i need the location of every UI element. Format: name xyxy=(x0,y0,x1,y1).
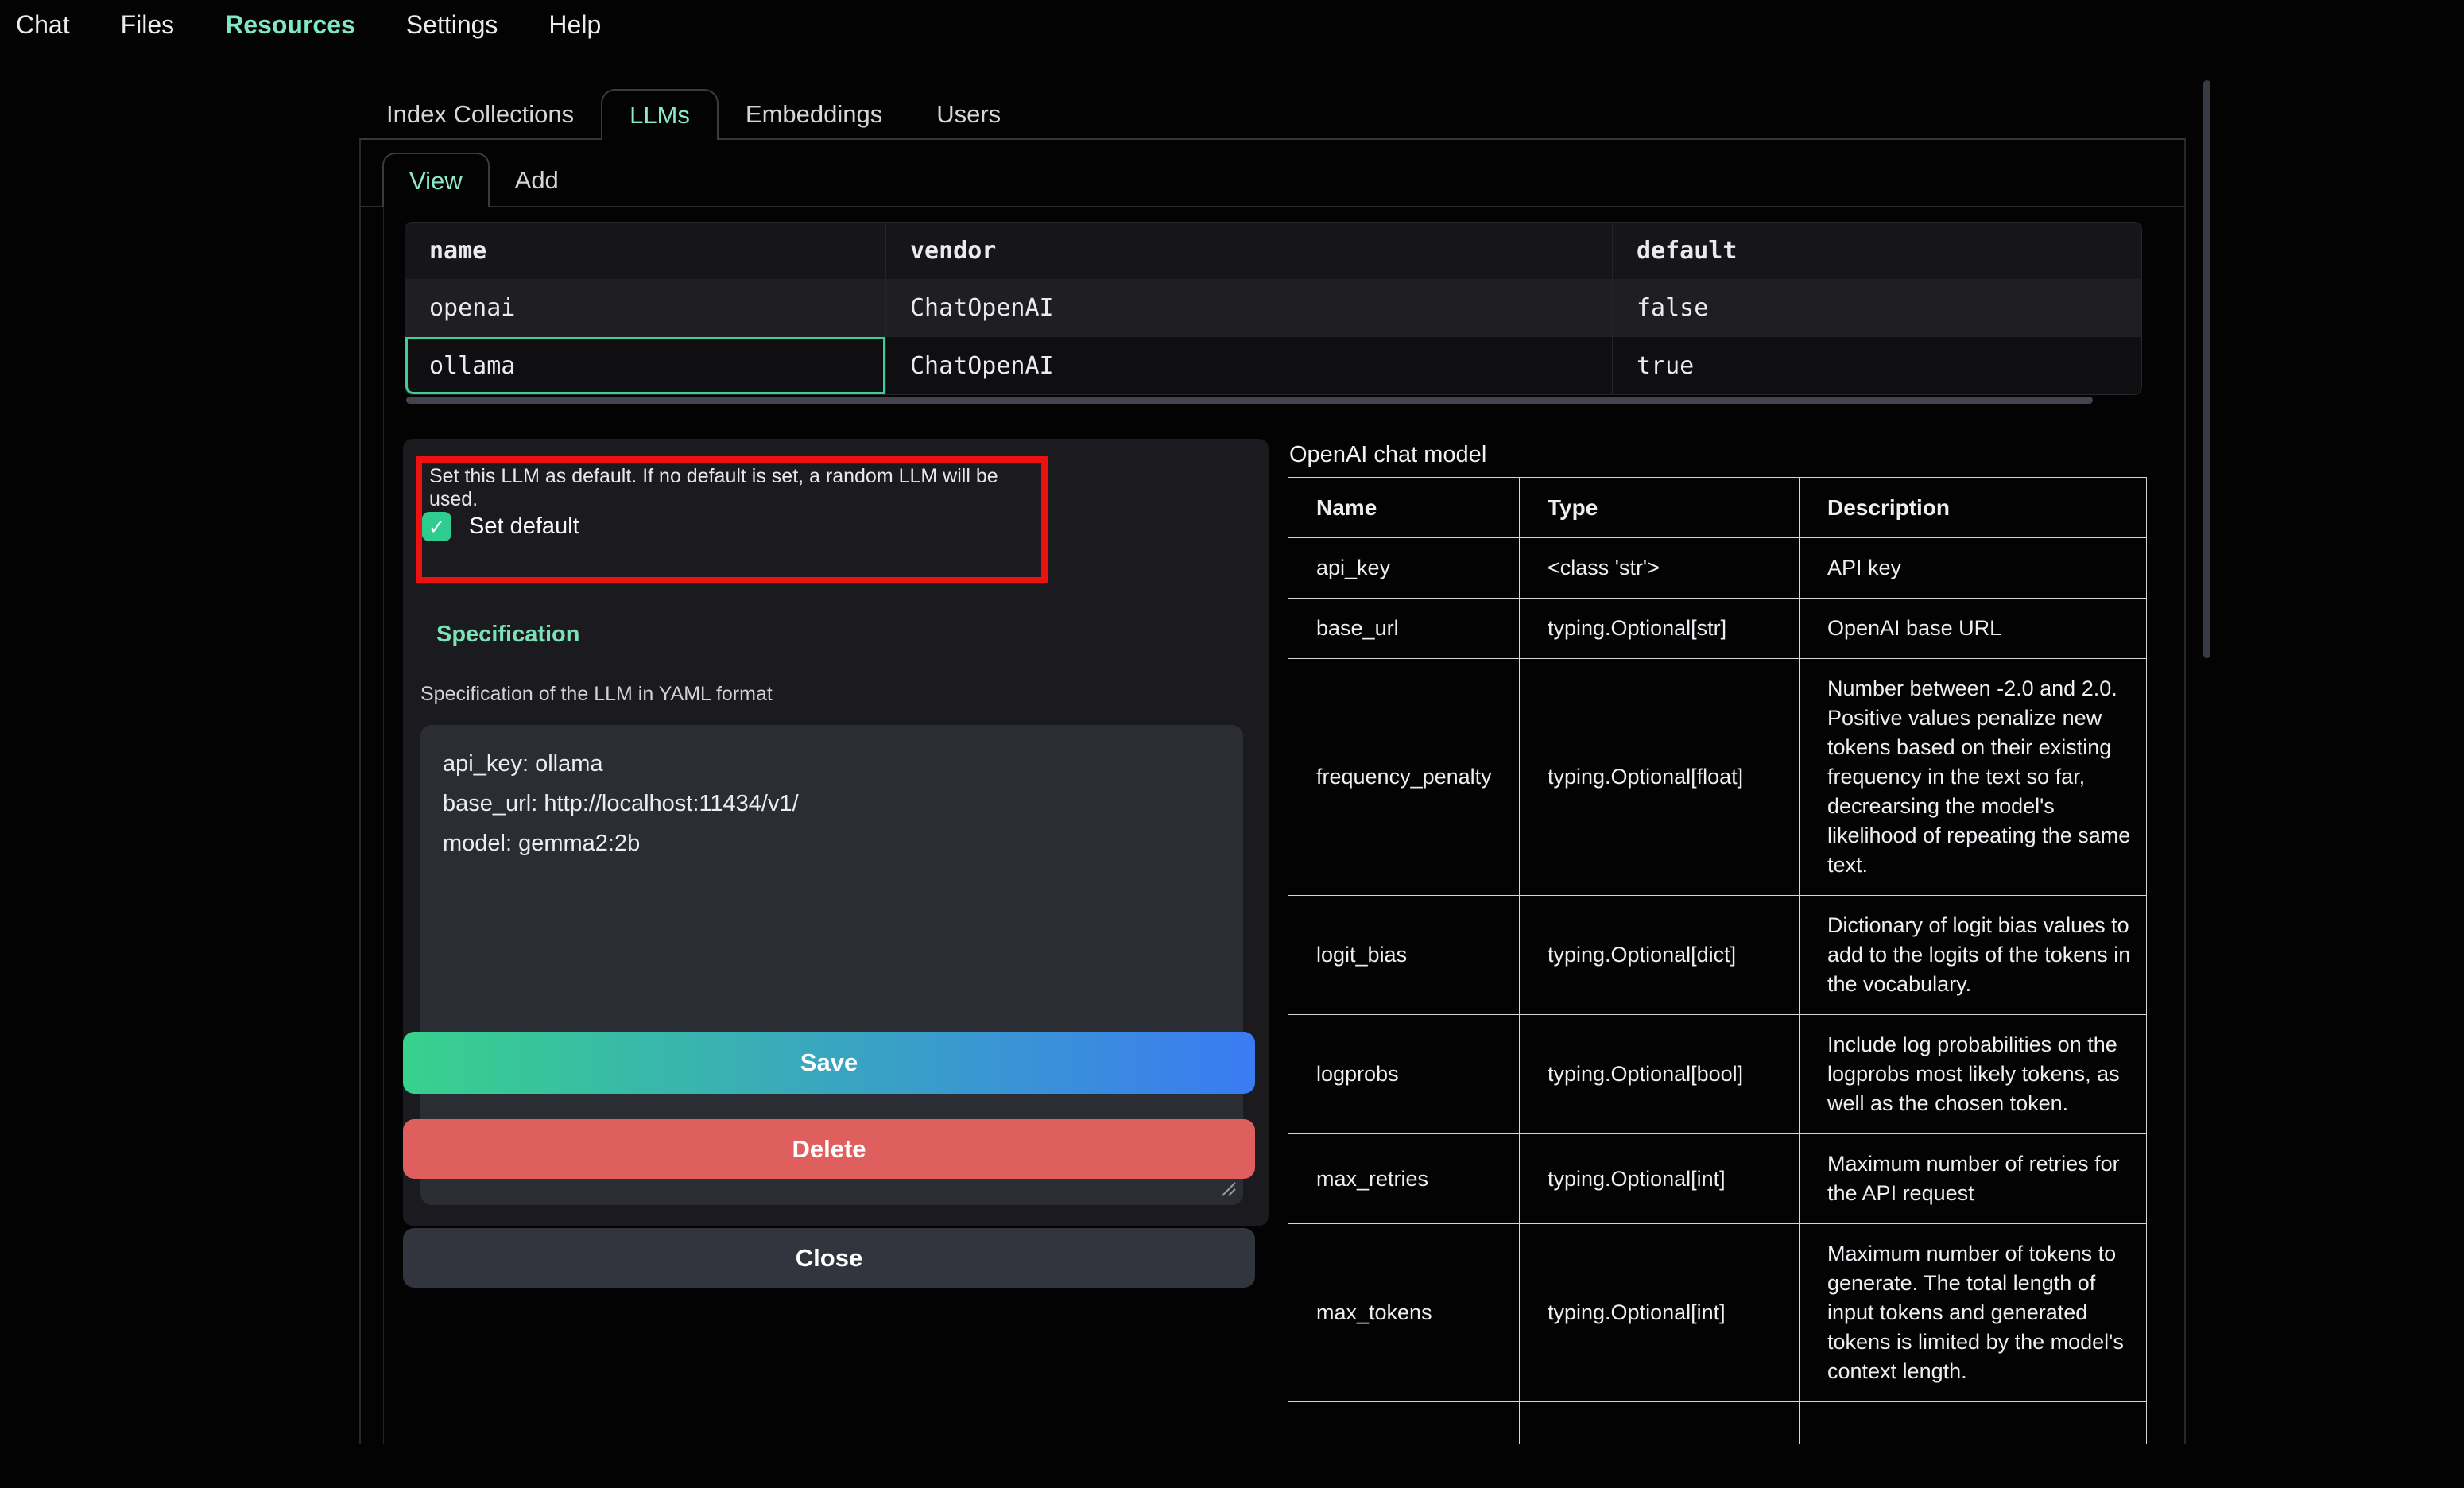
set-default-checkbox[interactable]: ✓ Set default xyxy=(422,512,579,541)
param-name: max_retries xyxy=(1288,1134,1520,1224)
llm-detail-card: Set this LLM as default. If no default i… xyxy=(403,439,1269,1226)
param-name: logprobs xyxy=(1288,1015,1520,1134)
param-name: base_url xyxy=(1288,599,1520,659)
default-hint-text: Set this LLM as default. If no default i… xyxy=(429,465,1041,511)
checkmark-icon: ✓ xyxy=(428,517,446,537)
param-description: Maximum number of retries for the API re… xyxy=(1800,1134,2147,1224)
param-row-base-url: base_url typing.Optional[str] OpenAI bas… xyxy=(1288,599,2147,659)
close-button[interactable]: Close xyxy=(403,1228,1255,1288)
delete-button[interactable]: Delete xyxy=(403,1119,1255,1179)
param-name: logit_bias xyxy=(1288,896,1520,1015)
param-name: max_tokens xyxy=(1288,1224,1520,1402)
vertical-scrollbar-thumb[interactable] xyxy=(2203,80,2210,658)
param-row-max-tokens: max_tokens typing.Optional[int] Maximum … xyxy=(1288,1224,2147,1402)
param-name xyxy=(1288,1402,1520,1445)
specification-description: Specification of the LLM in YAML format xyxy=(420,683,773,706)
llm-row-ollama[interactable]: ollama ChatOpenAI true xyxy=(405,336,2141,394)
column-header-vendor: vendor xyxy=(885,223,1612,279)
param-description: API key xyxy=(1800,538,2147,599)
cell-ollama-default: true xyxy=(1612,337,2141,394)
column-header-default: default xyxy=(1612,223,2141,279)
cell-ollama-vendor: ChatOpenAI xyxy=(885,337,1612,394)
resource-tabs: Index Collections LLMs Embeddings Users xyxy=(359,89,1028,140)
nav-item-settings[interactable]: Settings xyxy=(406,10,498,40)
param-type: typing.Optional[dict] xyxy=(1520,896,1800,1015)
param-row-logit-bias: logit_bias typing.Optional[dict] Diction… xyxy=(1288,896,2147,1015)
llm-subtabs: View Add xyxy=(382,153,584,207)
tab-index-collections[interactable]: Index Collections xyxy=(359,89,601,140)
param-description: Number between -2.0 and 2.0. Positive va… xyxy=(1800,659,2147,896)
param-type: typing.Optional[int] xyxy=(1520,1224,1800,1402)
llms-panel: View Add name vendor default openai Chat… xyxy=(359,138,2186,1444)
param-name: frequency_penalty xyxy=(1288,659,1520,896)
subtab-view[interactable]: View xyxy=(382,153,490,207)
nav-item-chat[interactable]: Chat xyxy=(16,10,70,40)
subtab-divider xyxy=(361,206,2184,207)
checkbox-checked[interactable]: ✓ xyxy=(422,512,451,541)
model-params-panel: OpenAI chat model Name Type Description … xyxy=(1288,442,2148,1444)
param-type: typing.Optional[bool] xyxy=(1520,1015,1800,1134)
param-row-clipped xyxy=(1288,1402,2147,1445)
llm-row-openai[interactable]: openai ChatOpenAI false xyxy=(405,279,2141,336)
param-description: Maximum number of tokens to generate. Th… xyxy=(1800,1224,2147,1402)
cell-openai-default: false xyxy=(1612,280,2141,336)
param-description xyxy=(1800,1402,2147,1445)
param-type: typing.Optional[int] xyxy=(1520,1134,1800,1224)
param-type: typing.Optional[float] xyxy=(1520,659,1800,896)
param-row-frequency-penalty: frequency_penalty typing.Optional[float]… xyxy=(1288,659,2147,896)
param-column-description: Description xyxy=(1800,478,2147,538)
specification-heading: Specification xyxy=(436,622,580,648)
view-panel: name vendor default openai ChatOpenAI fa… xyxy=(383,207,2175,1444)
subtab-add[interactable]: Add xyxy=(490,153,584,207)
tab-users[interactable]: Users xyxy=(909,89,1028,140)
cell-openai-vendor: ChatOpenAI xyxy=(885,280,1612,336)
app-window: Chat Files Resources Settings Help Index… xyxy=(0,0,2464,1488)
params-header-row: Name Type Description xyxy=(1288,478,2147,538)
param-row-logprobs: logprobs typing.Optional[bool] Include l… xyxy=(1288,1015,2147,1134)
param-name: api_key xyxy=(1288,538,1520,599)
resize-handle-icon[interactable] xyxy=(1218,1178,1237,1197)
tab-embeddings[interactable]: Embeddings xyxy=(719,89,909,140)
param-type xyxy=(1520,1402,1800,1445)
param-description: OpenAI base URL xyxy=(1800,599,2147,659)
param-description: Include log probabilities on the logprob… xyxy=(1800,1015,2147,1134)
llm-list-table: name vendor default openai ChatOpenAI fa… xyxy=(405,222,2142,395)
param-row-max-retries: max_retries typing.Optional[int] Maximum… xyxy=(1288,1134,2147,1224)
save-button[interactable]: Save xyxy=(403,1032,1255,1094)
tab-llms[interactable]: LLMs xyxy=(601,89,719,140)
param-description: Dictionary of logit bias values to add t… xyxy=(1800,896,2147,1015)
param-type: <class 'str'> xyxy=(1520,538,1800,599)
nav-item-resources[interactable]: Resources xyxy=(225,10,355,40)
param-column-type: Type xyxy=(1520,478,1800,538)
param-row-api-key: api_key <class 'str'> API key xyxy=(1288,538,2147,599)
llm-table-header-row: name vendor default xyxy=(405,223,2141,279)
top-nav: Chat Files Resources Settings Help xyxy=(0,0,601,49)
set-default-label: Set default xyxy=(469,513,579,540)
model-params-table: Name Type Description api_key <class 'st… xyxy=(1288,477,2147,1444)
cell-openai-name[interactable]: openai xyxy=(405,280,885,336)
param-column-name: Name xyxy=(1288,478,1520,538)
nav-item-files[interactable]: Files xyxy=(121,10,175,40)
param-type: typing.Optional[str] xyxy=(1520,599,1800,659)
nav-item-help[interactable]: Help xyxy=(548,10,601,40)
horizontal-scrollbar-thumb[interactable] xyxy=(406,397,2093,404)
column-header-name: name xyxy=(405,223,885,279)
model-params-title: OpenAI chat model xyxy=(1289,442,2148,468)
cell-ollama-name-selected[interactable]: ollama xyxy=(405,337,885,394)
